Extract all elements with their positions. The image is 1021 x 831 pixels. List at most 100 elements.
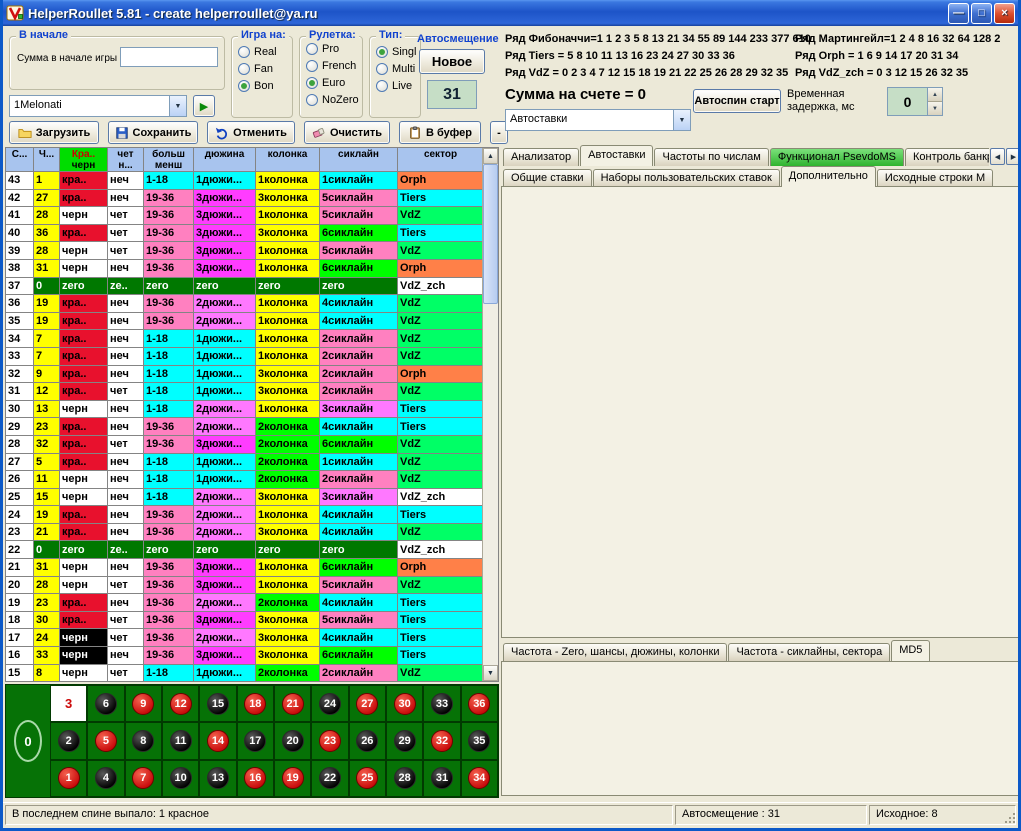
- game-option-bon[interactable]: Bon: [238, 80, 286, 92]
- board-cell-4[interactable]: 4: [87, 760, 124, 797]
- board-cell-28[interactable]: 28: [386, 760, 423, 797]
- table-row[interactable]: 1724чернчет19-362дюжи...3колонка4сиклайн…: [6, 629, 484, 647]
- tab-left-icon[interactable]: ◀: [990, 148, 1005, 165]
- board-cell-12[interactable]: 12: [162, 685, 199, 722]
- board-cell-8[interactable]: 8: [125, 722, 162, 759]
- scroll-up-icon[interactable]: ▲: [483, 148, 498, 164]
- tab-item[interactable]: Анализатор: [503, 148, 579, 166]
- board-cell-3[interactable]: 3: [50, 685, 87, 722]
- board-cell-9[interactable]: 9: [125, 685, 162, 722]
- table-row[interactable]: 329кра..неч1-181дюжи...3колонка2сиклайнO…: [6, 366, 484, 384]
- save-button[interactable]: Сохранить: [108, 121, 198, 144]
- type-option-multi[interactable]: Multi: [376, 63, 414, 75]
- table-row[interactable]: 2131черннеч19-363дюжи...1колонка6сиклайн…: [6, 559, 484, 577]
- board-cell-23[interactable]: 23: [311, 722, 348, 759]
- table-row[interactable]: 275кра..неч1-181дюжи...2колонка1сиклайнV…: [6, 454, 484, 472]
- undo-button[interactable]: Отменить: [207, 121, 295, 144]
- board-cell-27[interactable]: 27: [349, 685, 386, 722]
- table-row[interactable]: 2923кра..неч19-362дюжи...2колонка4сиклай…: [6, 418, 484, 436]
- table-row[interactable]: 337кра..неч1-181дюжи...1колонка2сиклайнV…: [6, 348, 484, 366]
- board-cell-33[interactable]: 33: [423, 685, 460, 722]
- autobets-combobox[interactable]: Автоставки ▼: [505, 109, 691, 131]
- board-cell-11[interactable]: 11: [162, 722, 199, 759]
- tab-item[interactable]: Функционал PsevdoMS: [770, 148, 904, 166]
- preset-combobox[interactable]: 1Melonati ▼: [9, 95, 187, 117]
- tab-item[interactable]: MD5: [891, 640, 930, 661]
- board-cell-20[interactable]: 20: [274, 722, 311, 759]
- tab-item[interactable]: Частота - сиклайны, сектора: [728, 643, 890, 661]
- delay-spinner[interactable]: 0 ▲▼: [887, 87, 943, 116]
- resize-grip[interactable]: [1003, 811, 1016, 824]
- board-cell-7[interactable]: 7: [125, 760, 162, 797]
- table-row[interactable]: 1633черннеч19-363дюжи...3колонка6сиклайн…: [6, 647, 484, 665]
- minimize-button[interactable]: —: [948, 3, 969, 24]
- maximize-button[interactable]: □: [971, 3, 992, 24]
- board-cell-25[interactable]: 25: [349, 760, 386, 797]
- chevron-down-icon[interactable]: ▼: [673, 110, 690, 130]
- board-zero-cell[interactable]: 0: [6, 685, 50, 797]
- scroll-down-icon[interactable]: ▼: [483, 665, 498, 681]
- table-row[interactable]: 3013черннеч1-182дюжи...1колонка3сиклайнT…: [6, 401, 484, 419]
- table-row[interactable]: 2321кра..неч19-362дюжи...3колонка4сиклай…: [6, 524, 484, 542]
- buffer-button[interactable]: В буфер: [399, 121, 481, 144]
- game-option-real[interactable]: Real: [238, 46, 286, 58]
- tab-item[interactable]: Частоты по числам: [654, 148, 768, 166]
- roulette-option-euro[interactable]: Euro: [306, 77, 356, 89]
- table-row[interactable]: 2419кра..неч19-362дюжи...1колонка4сиклай…: [6, 506, 484, 524]
- start-sum-input[interactable]: [120, 47, 218, 67]
- board-cell-16[interactable]: 16: [237, 760, 274, 797]
- table-row[interactable]: 1830кра..чет19-363дюжи...3колонка5сиклай…: [6, 612, 484, 630]
- play-button[interactable]: ▶: [193, 95, 215, 117]
- table-row[interactable]: 2028чернчет19-363дюжи...1колонка5сиклайн…: [6, 577, 484, 595]
- table-row[interactable]: 431кра..неч1-181дюжи...1колонка1сиклайнO…: [6, 172, 484, 190]
- table-scrollbar[interactable]: ▲ ▼: [482, 148, 498, 681]
- board-cell-36[interactable]: 36: [461, 685, 498, 722]
- board-cell-21[interactable]: 21: [274, 685, 311, 722]
- clear-button[interactable]: Очистить: [304, 121, 390, 144]
- roulette-option-pro[interactable]: Pro: [306, 43, 356, 55]
- board-cell-10[interactable]: 10: [162, 760, 199, 797]
- board-cell-15[interactable]: 15: [199, 685, 236, 722]
- type-option-singl[interactable]: Singl: [376, 46, 414, 58]
- tab-item[interactable]: Общие ставки: [503, 169, 592, 187]
- game-option-fan[interactable]: Fan: [238, 63, 286, 75]
- autoshift-new-button[interactable]: Новое: [419, 49, 485, 74]
- scrollbar-thumb[interactable]: [483, 164, 498, 304]
- close-button[interactable]: ×: [994, 3, 1015, 24]
- tab-right-icon[interactable]: ▶: [1006, 148, 1021, 165]
- board-cell-29[interactable]: 29: [386, 722, 423, 759]
- board-cell-17[interactable]: 17: [237, 722, 274, 759]
- roulette-option-nozero[interactable]: NoZero: [306, 94, 356, 106]
- table-row[interactable]: 4036кра..чет19-363дюжи...3колонка6сиклай…: [6, 225, 484, 243]
- board-cell-32[interactable]: 32: [423, 722, 460, 759]
- board-cell-35[interactable]: 35: [461, 722, 498, 759]
- table-row[interactable]: 347кра..неч1-181дюжи...1колонка2сиклайнV…: [6, 330, 484, 348]
- table-row[interactable]: 3928чернчет19-363дюжи...1колонка5сиклайн…: [6, 242, 484, 260]
- table-row[interactable]: 220zeroze..zerozerozerozeroVdZ_zch: [6, 541, 484, 559]
- table-row[interactable]: 3519кра..неч19-362дюжи...1колонка4сиклай…: [6, 313, 484, 331]
- board-cell-19[interactable]: 19: [274, 760, 311, 797]
- table-row[interactable]: 2515черннеч1-182дюжи...3колонка3сиклайнV…: [6, 489, 484, 507]
- tab-item[interactable]: Контроль банкр: [905, 148, 989, 166]
- board-cell-31[interactable]: 31: [423, 760, 460, 797]
- tab-item[interactable]: Частота - Zero, шансы, дюжины, колонки: [503, 643, 727, 661]
- table-row[interactable]: 1923кра..неч19-362дюжи...2колонка4сиклай…: [6, 594, 484, 612]
- tab-item[interactable]: Автоставки: [580, 145, 653, 166]
- board-cell-5[interactable]: 5: [87, 722, 124, 759]
- tab-item[interactable]: Наборы пользовательских ставок: [593, 169, 780, 187]
- table-row[interactable]: 4128чернчет19-363дюжи...1колонка5сиклайн…: [6, 207, 484, 225]
- table-row[interactable]: 2611черннеч1-181дюжи...2колонка2сиклайнV…: [6, 471, 484, 489]
- table-row[interactable]: 4227кра..неч19-363дюжи...3колонка5сиклай…: [6, 190, 484, 208]
- roulette-option-french[interactable]: French: [306, 60, 356, 72]
- table-row[interactable]: 3112кра..чет1-181дюжи...3колонка2сиклайн…: [6, 383, 484, 401]
- board-cell-22[interactable]: 22: [311, 760, 348, 797]
- board-cell-26[interactable]: 26: [349, 722, 386, 759]
- board-cell-24[interactable]: 24: [311, 685, 348, 722]
- board-cell-30[interactable]: 30: [386, 685, 423, 722]
- title-bar[interactable]: HelperRoullet 5.81 - create helperroulle…: [3, 0, 1018, 26]
- chevron-down-icon[interactable]: ▼: [169, 96, 186, 116]
- type-option-live[interactable]: Live: [376, 80, 414, 92]
- autospin-start-button[interactable]: Автоспин старт: [693, 89, 781, 113]
- board-cell-1[interactable]: 1: [50, 760, 87, 797]
- load-button[interactable]: Загрузить: [9, 121, 99, 144]
